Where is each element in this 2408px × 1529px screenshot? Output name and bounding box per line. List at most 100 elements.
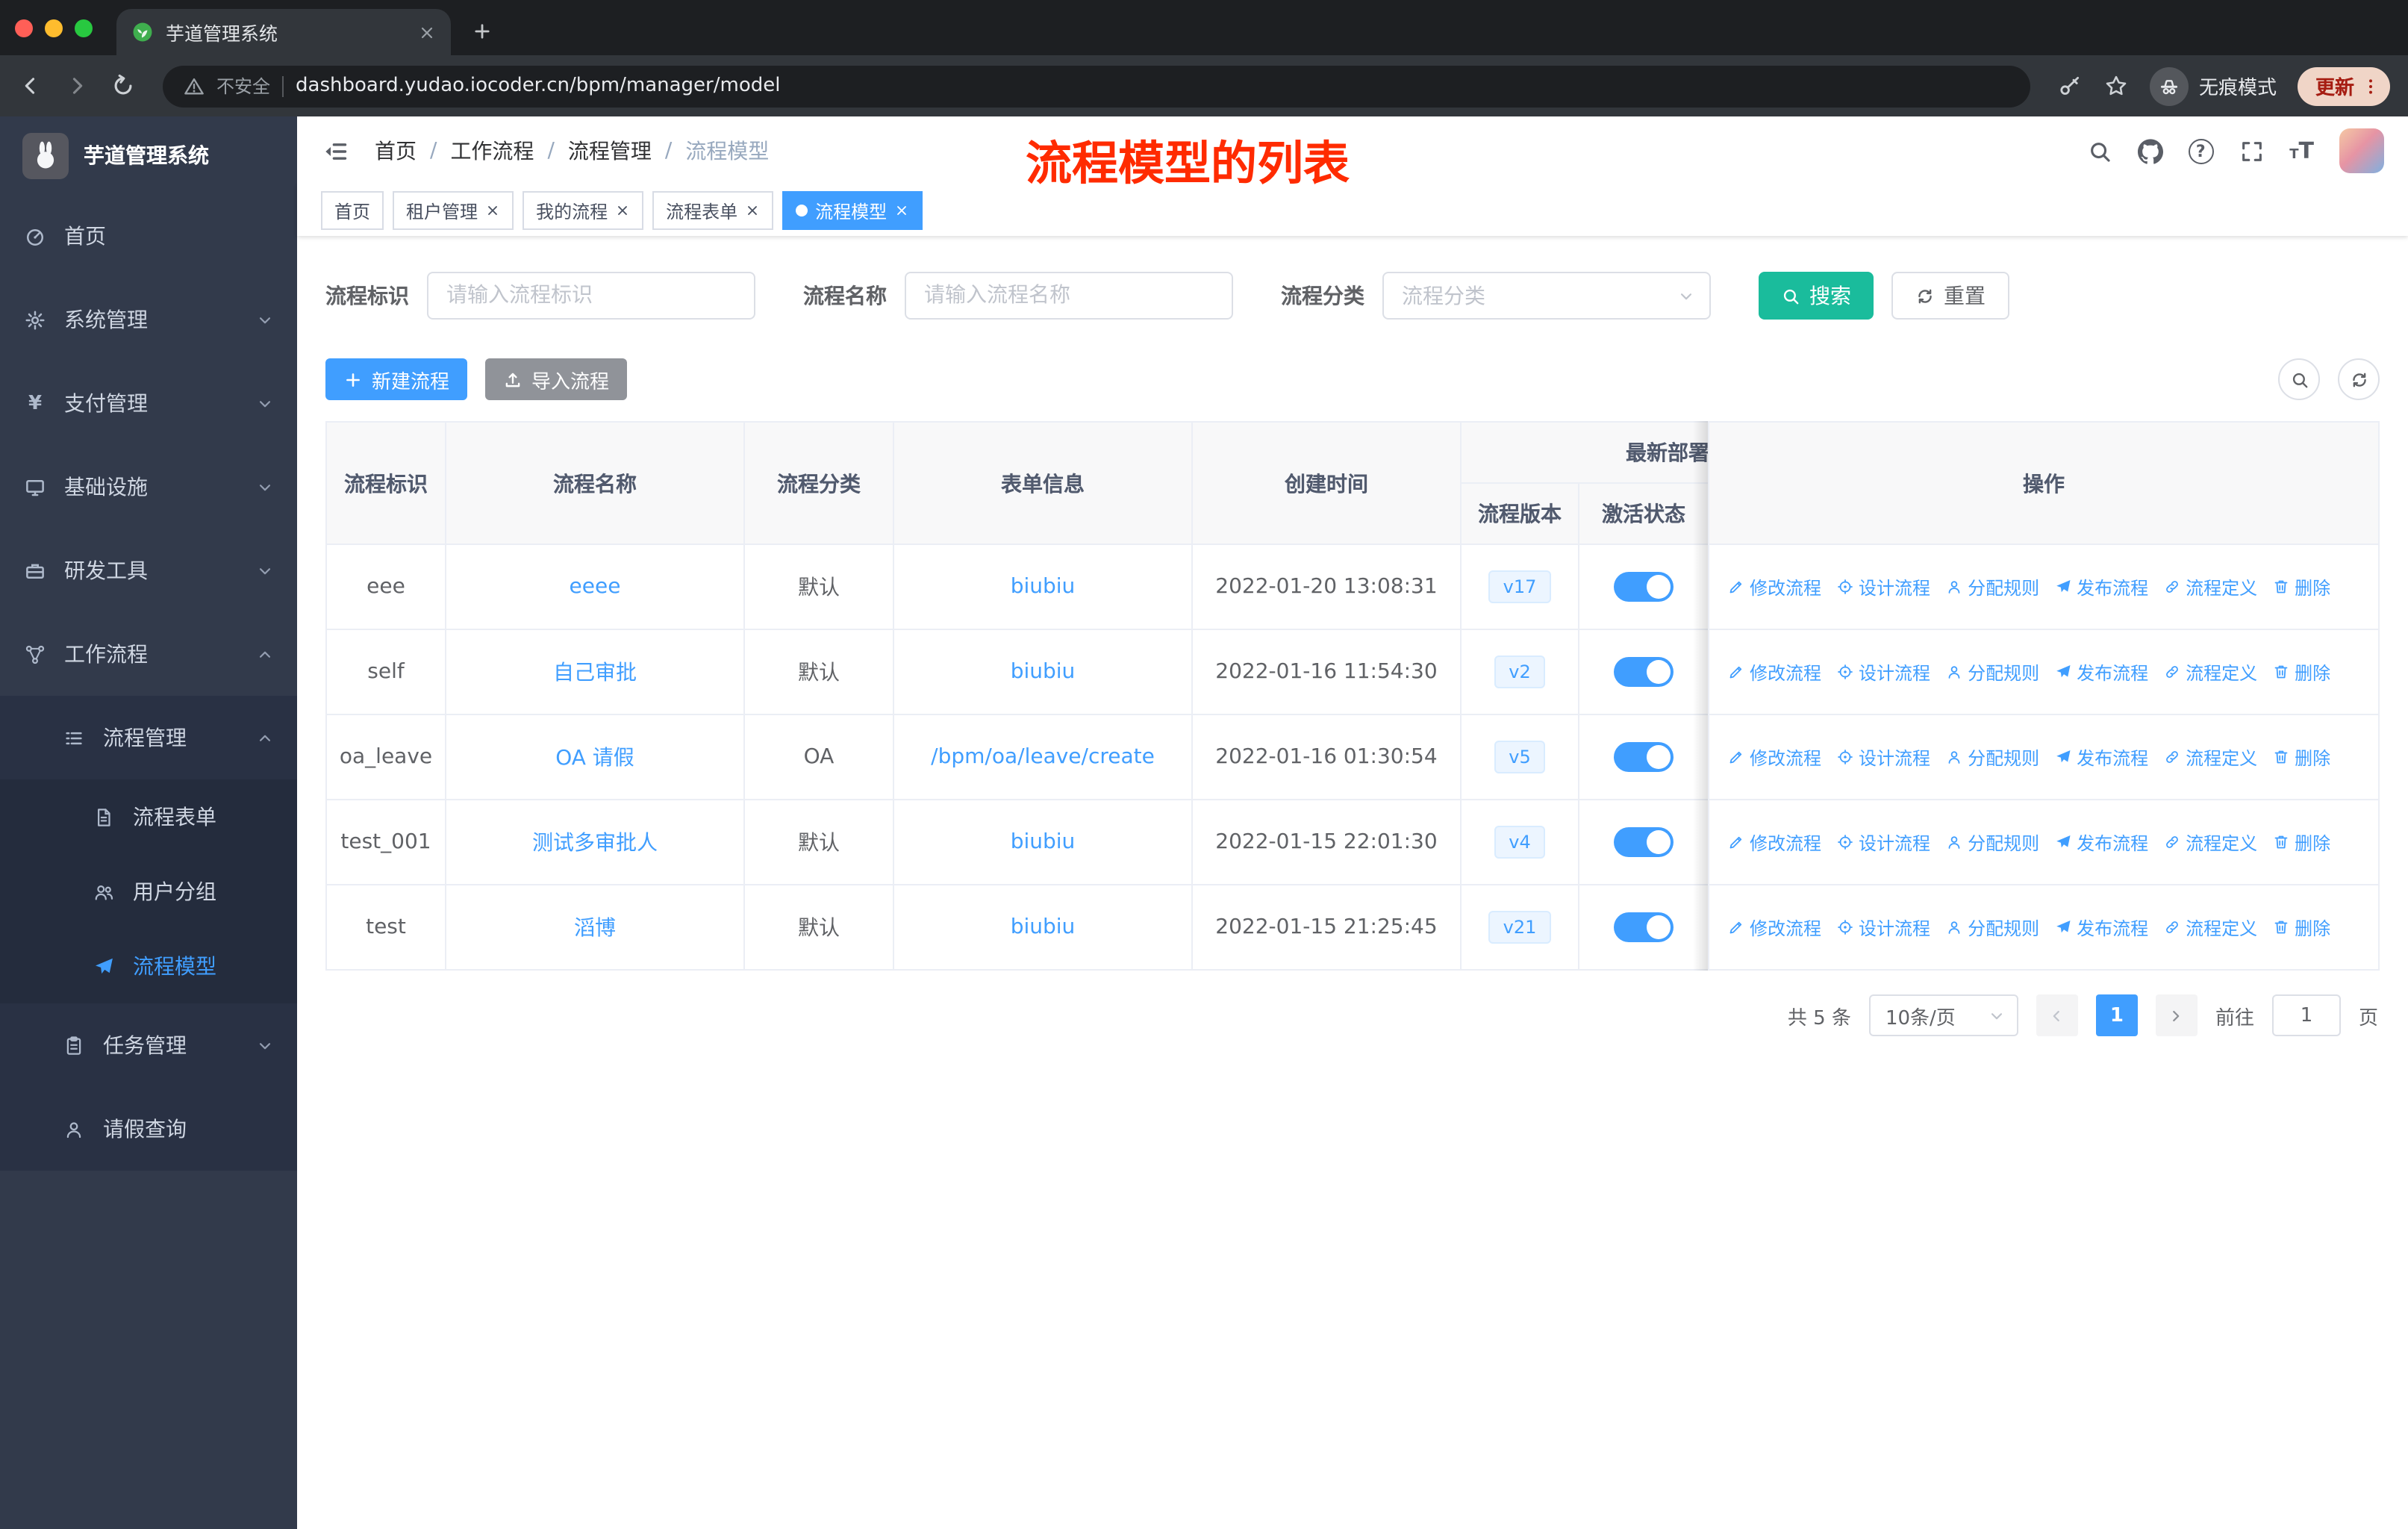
design-process-button[interactable]: 设计流程 xyxy=(1836,659,1930,685)
sidebar-item-process-management[interactable]: 流程管理 xyxy=(0,696,297,779)
publish-process-button[interactable]: 发布流程 xyxy=(2054,659,2148,685)
page-1-button[interactable]: 1 xyxy=(2095,994,2138,1036)
breadcrumb-item-home[interactable]: 首页 xyxy=(375,136,417,166)
delete-button[interactable]: 删除 xyxy=(2272,915,2330,940)
tag-my-process[interactable]: 我的流程 xyxy=(523,191,644,230)
modify-process-button[interactable]: 修改流程 xyxy=(1727,744,1821,770)
minimize-window-button[interactable] xyxy=(45,19,63,37)
active-status-toggle[interactable] xyxy=(1614,742,1674,772)
next-page-button[interactable] xyxy=(2155,994,2198,1036)
sidebar-item-process-form[interactable]: 流程表单 xyxy=(0,779,297,854)
sidebar-item-user-group[interactable]: 用户分组 xyxy=(0,854,297,929)
close-icon[interactable] xyxy=(894,203,909,218)
process-name-link[interactable]: 测试多审批人 xyxy=(532,832,658,856)
tag-home[interactable]: 首页 xyxy=(321,191,384,230)
sidebar-item-infrastructure[interactable]: 基础设施 xyxy=(0,445,297,529)
goto-page-input[interactable] xyxy=(2271,994,2341,1036)
sidebar-item-payment[interactable]: 支付管理 xyxy=(0,361,297,445)
process-definition-button[interactable]: 流程定义 xyxy=(2163,744,2257,770)
sidebar-item-task-management[interactable]: 任务管理 xyxy=(0,1003,297,1087)
sidebar-item-home[interactable]: 首页 xyxy=(0,194,297,278)
process-definition-button[interactable]: 流程定义 xyxy=(2163,574,2257,600)
assign-rule-button[interactable]: 分配规则 xyxy=(1945,744,2039,770)
delete-button[interactable]: 删除 xyxy=(2272,659,2330,685)
back-button[interactable] xyxy=(18,73,43,99)
process-name-link[interactable]: 滔博 xyxy=(574,917,616,941)
design-process-button[interactable]: 设计流程 xyxy=(1836,574,1930,600)
process-name-link[interactable]: OA 请假 xyxy=(555,747,634,770)
assign-rule-button[interactable]: 分配规则 xyxy=(1945,829,2039,855)
browser-tab[interactable]: 芋道管理系统 xyxy=(116,9,451,55)
forward-button[interactable] xyxy=(64,73,90,99)
sidebar-item-system[interactable]: 系统管理 xyxy=(0,278,297,361)
active-status-toggle[interactable] xyxy=(1614,827,1674,857)
search-icon[interactable] xyxy=(2086,138,2112,164)
assign-rule-button[interactable]: 分配规则 xyxy=(1945,659,2039,685)
sidebar-item-leave-query[interactable]: 请假查询 xyxy=(0,1087,297,1171)
tag-tenant-management[interactable]: 租户管理 xyxy=(393,191,514,230)
process-definition-button[interactable]: 流程定义 xyxy=(2163,659,2257,685)
publish-process-button[interactable]: 发布流程 xyxy=(2054,915,2148,940)
address-bar[interactable]: 不安全 dashboard.yudao.iocoder.cn/bpm/manag… xyxy=(163,65,2030,107)
process-definition-button[interactable]: 流程定义 xyxy=(2163,915,2257,940)
app-logo[interactable]: 芋道管理系统 xyxy=(0,116,297,194)
sidebar-item-devtools[interactable]: 研发工具 xyxy=(0,529,297,612)
close-window-button[interactable] xyxy=(15,19,33,37)
create-process-button[interactable]: 新建流程 xyxy=(325,358,468,400)
assign-rule-button[interactable]: 分配规则 xyxy=(1945,574,2039,600)
close-icon[interactable] xyxy=(615,203,630,218)
breadcrumb-item-workflow[interactable]: 工作流程 xyxy=(450,136,534,166)
publish-process-button[interactable]: 发布流程 xyxy=(2054,574,2148,600)
font-size-icon[interactable] xyxy=(2289,137,2314,164)
reset-button[interactable]: 重置 xyxy=(1891,272,2009,320)
user-avatar[interactable] xyxy=(2339,128,2384,173)
form-info-link[interactable]: biubiu xyxy=(1011,575,1076,599)
breadcrumb-item-process-management[interactable]: 流程管理 xyxy=(568,136,652,166)
sidebar-collapse-button[interactable] xyxy=(321,137,349,165)
active-status-toggle[interactable] xyxy=(1614,572,1674,602)
new-tab-button[interactable] xyxy=(472,21,493,42)
help-icon[interactable] xyxy=(2188,138,2214,164)
category-select[interactable]: 流程分类 xyxy=(1382,272,1711,320)
search-button[interactable]: 搜索 xyxy=(1759,272,1874,320)
form-info-link[interactable]: /bpm/oa/leave/create xyxy=(931,745,1155,769)
modify-process-button[interactable]: 修改流程 xyxy=(1727,915,1821,940)
process-key-input[interactable] xyxy=(427,272,755,320)
page-size-select[interactable]: 10条/页 xyxy=(1868,994,2018,1036)
assign-rule-button[interactable]: 分配规则 xyxy=(1945,915,2039,940)
browser-menu-icon[interactable] xyxy=(2360,75,2381,96)
close-icon[interactable] xyxy=(745,203,760,218)
modify-process-button[interactable]: 修改流程 xyxy=(1727,829,1821,855)
design-process-button[interactable]: 设计流程 xyxy=(1836,829,1930,855)
process-name-link[interactable]: eeee xyxy=(570,575,621,599)
update-button[interactable]: 更新 xyxy=(2297,66,2390,105)
bookmark-star-icon[interactable] xyxy=(2103,73,2129,99)
toggle-search-button[interactable] xyxy=(2278,358,2320,400)
publish-process-button[interactable]: 发布流程 xyxy=(2054,744,2148,770)
form-info-link[interactable]: biubiu xyxy=(1011,915,1076,939)
modify-process-button[interactable]: 修改流程 xyxy=(1727,574,1821,600)
zoom-window-button[interactable] xyxy=(75,19,93,37)
tag-process-form[interactable]: 流程表单 xyxy=(652,191,774,230)
import-process-button[interactable]: 导入流程 xyxy=(485,358,628,400)
process-name-input[interactable] xyxy=(905,272,1233,320)
design-process-button[interactable]: 设计流程 xyxy=(1836,744,1930,770)
delete-button[interactable]: 删除 xyxy=(2272,574,2330,600)
tag-process-model[interactable]: 流程模型 xyxy=(782,191,923,230)
prev-page-button[interactable] xyxy=(2036,994,2078,1036)
publish-process-button[interactable]: 发布流程 xyxy=(2054,829,2148,855)
active-status-toggle[interactable] xyxy=(1614,657,1674,687)
password-key-icon[interactable] xyxy=(2057,73,2083,99)
form-info-link[interactable]: biubiu xyxy=(1011,830,1076,854)
sidebar-item-process-model[interactable]: 流程模型 xyxy=(0,929,297,1003)
process-definition-button[interactable]: 流程定义 xyxy=(2163,829,2257,855)
github-icon[interactable] xyxy=(2137,138,2162,164)
fullscreen-icon[interactable] xyxy=(2239,138,2264,164)
active-status-toggle[interactable] xyxy=(1614,912,1674,942)
modify-process-button[interactable]: 修改流程 xyxy=(1727,659,1821,685)
refresh-table-button[interactable] xyxy=(2338,358,2380,400)
delete-button[interactable]: 删除 xyxy=(2272,829,2330,855)
design-process-button[interactable]: 设计流程 xyxy=(1836,915,1930,940)
sidebar-item-workflow[interactable]: 工作流程 xyxy=(0,612,297,696)
form-info-link[interactable]: biubiu xyxy=(1011,660,1076,684)
